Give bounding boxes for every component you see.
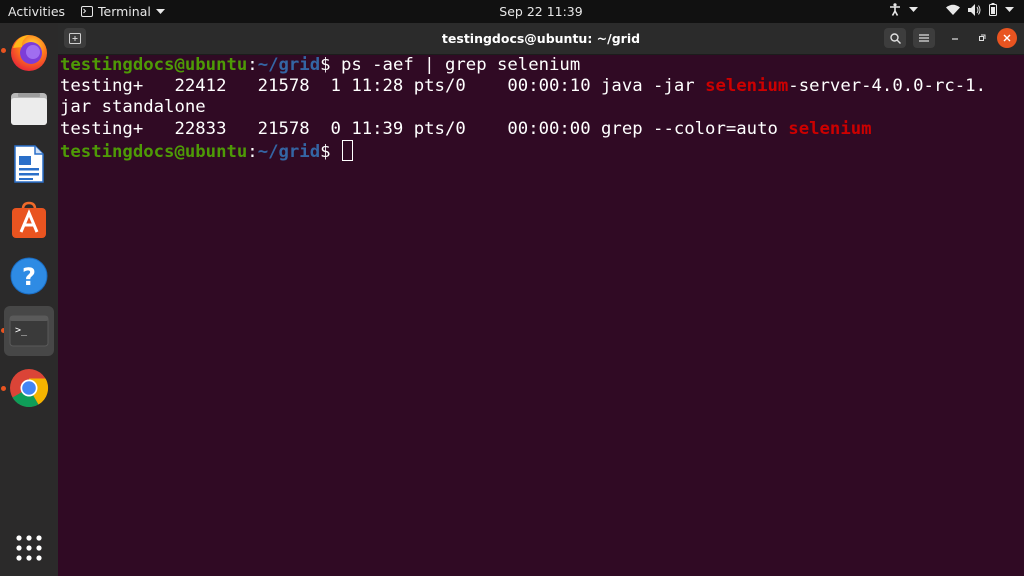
folder-icon (11, 93, 47, 125)
terminal-icon: >_ (9, 315, 49, 347)
prompt-dollar: $ (320, 142, 341, 162)
terminal-line-output-1-wrap: jar standalone (60, 97, 206, 118)
output-text: -server-4.0.0-rc-1. (788, 76, 986, 96)
grep-match: selenium (788, 119, 872, 139)
prompt-separator: : (247, 142, 258, 162)
dock-files[interactable] (4, 83, 54, 133)
dock: ? >_ (0, 23, 58, 576)
text-cursor (341, 140, 353, 161)
svg-text:?: ? (22, 263, 36, 291)
document-writer-icon (14, 145, 44, 183)
chevron-down-icon (1005, 6, 1014, 12)
software-store-icon (12, 201, 46, 238)
prompt-user: testingdocs@ubuntu (60, 55, 248, 75)
terminal-line-prompt: testingdocs@ubuntu:~/grid$ (60, 140, 353, 162)
dock-terminal[interactable]: >_ (4, 306, 54, 356)
app-grid-icon (16, 535, 42, 561)
minimize-button[interactable] (944, 28, 966, 48)
search-button[interactable] (884, 28, 906, 48)
firefox-icon (11, 35, 47, 71)
dock-writer[interactable] (4, 139, 54, 189)
dock-chrome[interactable] (4, 363, 54, 413)
battery-icon (989, 3, 997, 16)
svg-text:>_: >_ (15, 325, 28, 336)
prompt-separator: : (247, 55, 258, 75)
search-icon (889, 32, 901, 44)
volume-icon (968, 3, 981, 16)
restore-icon (979, 34, 986, 41)
output-text: testing+ 22412 21578 1 11:28 pts/0 00:00… (60, 76, 706, 96)
prompt-user: testingdocs@ubuntu (60, 142, 248, 162)
dock-firefox[interactable] (4, 27, 54, 77)
dock-help[interactable]: ? (4, 251, 54, 301)
hamburger-menu-icon (919, 34, 929, 42)
dock-show-applications[interactable] (4, 523, 54, 573)
window-titlebar[interactable]: testingdocs@ubuntu: ~/grid (58, 23, 1024, 55)
dock-software[interactable] (4, 195, 54, 245)
help-icon: ? (10, 257, 48, 295)
close-button[interactable] (997, 28, 1017, 48)
system-tray[interactable] (889, 3, 1014, 16)
chrome-icon (10, 369, 49, 408)
terminal-line-output-1: testing+ 22412 21578 1 11:28 pts/0 00:00… (60, 76, 986, 97)
prompt-dollar: $ (320, 55, 341, 75)
close-icon (1003, 34, 1011, 42)
grep-match: selenium (705, 76, 789, 96)
wifi-icon (946, 4, 960, 15)
terminal-output[interactable]: testingdocs@ubuntu:~/grid$ ps -aef | gre… (58, 55, 1024, 576)
accessibility-icon (890, 3, 900, 16)
minimize-icon (952, 38, 958, 40)
terminal-line-command: testingdocs@ubuntu:~/grid$ ps -aef | gre… (60, 55, 580, 76)
menu-button[interactable] (913, 28, 935, 48)
window-title: testingdocs@ubuntu: ~/grid (441, 31, 641, 46)
command-text: ps -aef | grep selenium (340, 55, 581, 75)
clock[interactable]: Sep 22 11:39 (0, 4, 1024, 19)
top-bar: Activities Terminal Sep 22 11:39 (0, 0, 1024, 23)
terminal-line-output-2: testing+ 22833 21578 0 11:39 pts/0 00:00… (60, 119, 872, 140)
output-text: jar standalone (60, 97, 206, 117)
output-text: testing+ 22833 21578 0 11:39 pts/0 00:00… (60, 119, 789, 139)
prompt-path: ~/grid (257, 142, 321, 162)
prompt-path: ~/grid (257, 55, 321, 75)
chevron-down-icon (909, 6, 918, 12)
maximize-button[interactable] (971, 28, 993, 48)
